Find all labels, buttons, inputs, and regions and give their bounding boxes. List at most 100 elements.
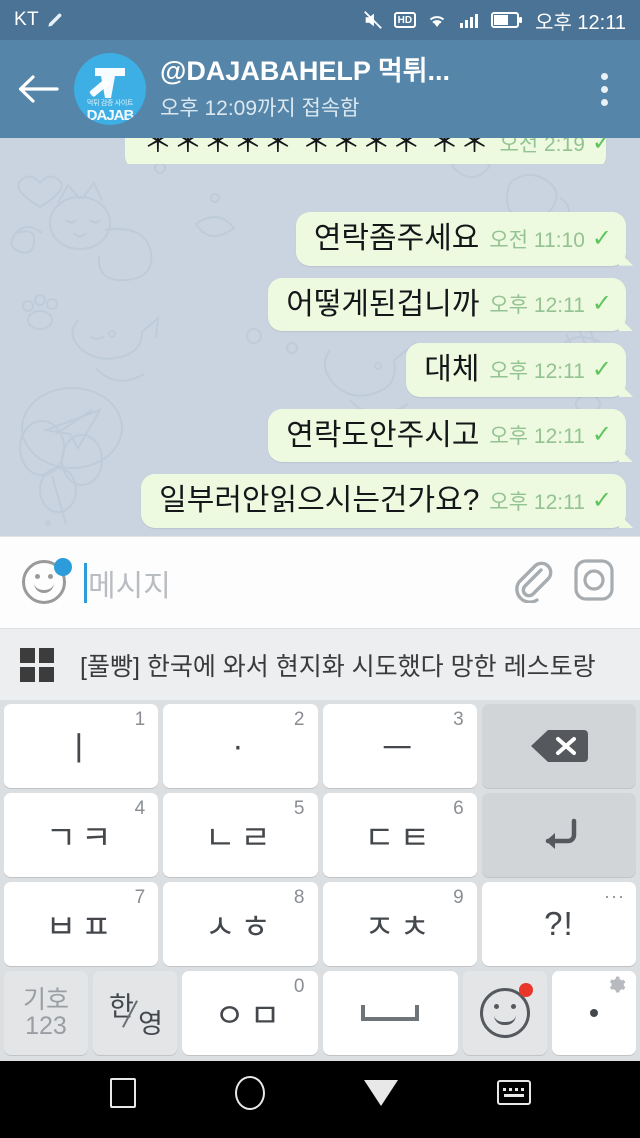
key-ieung-mieum[interactable]: ㅇㅁ 0: [182, 971, 318, 1055]
key-space[interactable]: [322, 971, 458, 1055]
key-backspace[interactable]: [481, 704, 636, 788]
message-time: 오전 11:10: [489, 228, 585, 252]
key-jieut-chieut[interactable]: ㅈㅊ 9: [322, 882, 477, 966]
key-label: ㄷㅌ: [364, 819, 435, 856]
kebab-dot: [600, 85, 608, 93]
key-symbols-123[interactable]: 기호 123: [4, 971, 88, 1055]
key-label-line1: 기호: [22, 985, 69, 1014]
pen-icon: [48, 13, 62, 27]
chat-bubble[interactable]: 어떻게된겁니까 오후 12:11 ✓: [268, 277, 626, 332]
message-meta: 오후 12:11 ✓: [489, 355, 612, 387]
message-input-field[interactable]: 메시지: [84, 561, 492, 605]
key-vertical-stroke[interactable]: ㅣ 1: [4, 704, 159, 788]
key-number: 6: [453, 798, 464, 819]
message-time: 오후 12:11: [489, 294, 585, 318]
battery-icon: [491, 12, 523, 28]
key-number: 5: [293, 798, 305, 819]
korean-keyboard: ㅣ 1 · 2 ㅡ 3 ㄱㅋ 4 ㄴㄹ 5 ㄷㅌ 6 ㅂㅍ 7 ㅅㅎ 8 ㅈㅊ …: [0, 700, 640, 1061]
key-number: 3: [453, 709, 464, 730]
key-label: ㅡ: [381, 730, 418, 767]
back-button[interactable]: [16, 72, 60, 106]
message-meta: 오후 12:11 ✓: [489, 420, 612, 452]
chat-header: 먹튀 검증 사이트 DAJAB @DAJABAHELP 먹튀... 오후 12:…: [0, 40, 640, 138]
key-number: 4: [134, 798, 146, 819]
message-text: 일부러안읽으시는건가요?: [159, 484, 480, 518]
key-label: ㅅㅎ: [205, 908, 276, 945]
back-arrow-icon: [18, 75, 59, 103]
key-number: 7: [134, 887, 146, 908]
circle-icon: [234, 1075, 265, 1110]
key-horizontal-stroke[interactable]: ㅡ 3: [322, 704, 477, 788]
message-time: 오후 12:11: [489, 491, 585, 514]
key-siot-hieut[interactable]: ㅅㅎ 8: [163, 882, 318, 966]
message-text: 어떻게된겁니까: [286, 287, 480, 321]
key-label-block: 한 영: [105, 985, 165, 1041]
key-period[interactable]: [552, 971, 636, 1055]
sent-check-icon: ✓: [591, 355, 612, 383]
key-number: 1: [134, 709, 146, 730]
keyboard-row-2: ㄱㅋ 4 ㄴㄹ 5 ㄷㅌ 6: [4, 793, 636, 877]
overflow-menu-button[interactable]: [584, 72, 624, 106]
suggestion-text[interactable]: [풀빵] 한국에 와서 현지화 시도했다 망한 레스토랑: [80, 647, 596, 683]
key-more-dots: ···: [604, 886, 625, 906]
message-meta: 오전 2:19 ✓: [500, 138, 612, 160]
suggestion-bar[interactable]: [풀빵] 한국에 와서 현지화 시도했다 망한 레스토랑: [0, 628, 640, 700]
key-nieun-rieul[interactable]: ㄴㄹ 5: [163, 793, 318, 877]
attach-button[interactable]: [508, 557, 554, 608]
key-dot[interactable]: · 2: [163, 704, 318, 788]
space-bar-icon: [361, 1005, 420, 1021]
chat-bubble[interactable]: 연락좀주세요 오전 11:10 ✓: [295, 212, 626, 266]
key-emoji[interactable]: [463, 971, 547, 1055]
nav-recents-button[interactable]: [109, 1077, 136, 1108]
header-text-block[interactable]: @DAJABAHELP 먹튀... 오후 12:09까지 접속함: [160, 56, 570, 122]
emoji-mouth: [494, 1015, 516, 1025]
message-text: 연락도안주시고: [286, 418, 480, 452]
period-dot-icon: [590, 1009, 598, 1017]
kebab-dot: [600, 72, 608, 80]
kebab-dot: [600, 98, 608, 106]
key-bieup-pieup[interactable]: ㅂㅍ 7: [4, 882, 159, 966]
key-enter[interactable]: [481, 793, 636, 877]
key-label: ㅂㅍ: [45, 908, 117, 945]
chat-bubble[interactable]: 대체 오후 12:11 ✓: [406, 343, 626, 397]
keyboard-row-4: 기호 123 한 영 ㅇㅁ 0: [4, 971, 636, 1055]
key-number: 8: [293, 887, 305, 908]
chat-message-area[interactable]: 연락좀주세요 오전 11:10 ✓ 어떻게된겁니까 오후 12:11 ✓ 대체 …: [0, 138, 640, 536]
key-digeut-tieut[interactable]: ㄷㅌ 6: [322, 793, 477, 877]
message-meta: 오후 12:11 ✓: [489, 486, 612, 518]
key-punctuation[interactable]: ?! ···: [481, 882, 636, 966]
emoji-button[interactable]: [22, 557, 72, 606]
square-icon: [109, 1077, 136, 1108]
chat-bubble-clipped[interactable]: ＊＊＊＊＊ ＊＊＊＊ ＊＊ 오전 2:19 ✓: [124, 138, 626, 164]
key-giyeok-kieuk[interactable]: ㄱㅋ 4: [4, 793, 159, 877]
grid-cell: [39, 647, 54, 663]
camera-icon: [574, 559, 614, 601]
smiley-eye: [35, 573, 40, 579]
key-language-toggle[interactable]: 한 영: [93, 971, 177, 1055]
keyboard-row-3: ㅂㅍ 7 ㅅㅎ 8 ㅈㅊ 9 ?! ···: [4, 882, 636, 966]
sent-check-icon: ✓: [591, 290, 612, 318]
sent-check-icon: ✓: [591, 421, 612, 449]
message-time: 오전 2:19: [499, 138, 585, 156]
keyboard-icon-dots: [503, 1088, 524, 1091]
grid-apps-icon[interactable]: [20, 647, 54, 682]
camera-button[interactable]: [570, 556, 618, 609]
chat-bubble[interactable]: 연락도안주시고 오후 12:11 ✓: [268, 408, 626, 463]
nav-hide-keyboard-button[interactable]: [496, 1080, 531, 1105]
key-number: 9: [453, 887, 464, 908]
key-label-yeong: 영: [138, 1009, 163, 1039]
smiley-mouth: [34, 583, 54, 593]
text-caret: [84, 562, 87, 603]
avatar[interactable]: 먹튀 검증 사이트 DAJAB: [74, 53, 146, 125]
emoji-eye: [494, 1004, 499, 1009]
nav-home-button[interactable]: [234, 1075, 265, 1110]
key-label: ?!: [544, 905, 574, 942]
chat-bubble[interactable]: 일부러안읽으시는건가요? 오후 12:11 ✓: [141, 474, 626, 528]
sent-check-icon: ✓: [591, 487, 612, 514]
key-number: 0: [293, 976, 305, 997]
nav-back-button[interactable]: [363, 1079, 398, 1106]
page-title: @DAJABAHELP 먹튀...: [160, 55, 451, 86]
keyboard-icon: [496, 1080, 531, 1105]
phone-screen: KT HD 오후 12:11 먹튀 검증 사이트 DAJAB @DAJABAHE…: [0, 0, 640, 1138]
message-meta: 오후 12:11 ✓: [489, 289, 612, 321]
